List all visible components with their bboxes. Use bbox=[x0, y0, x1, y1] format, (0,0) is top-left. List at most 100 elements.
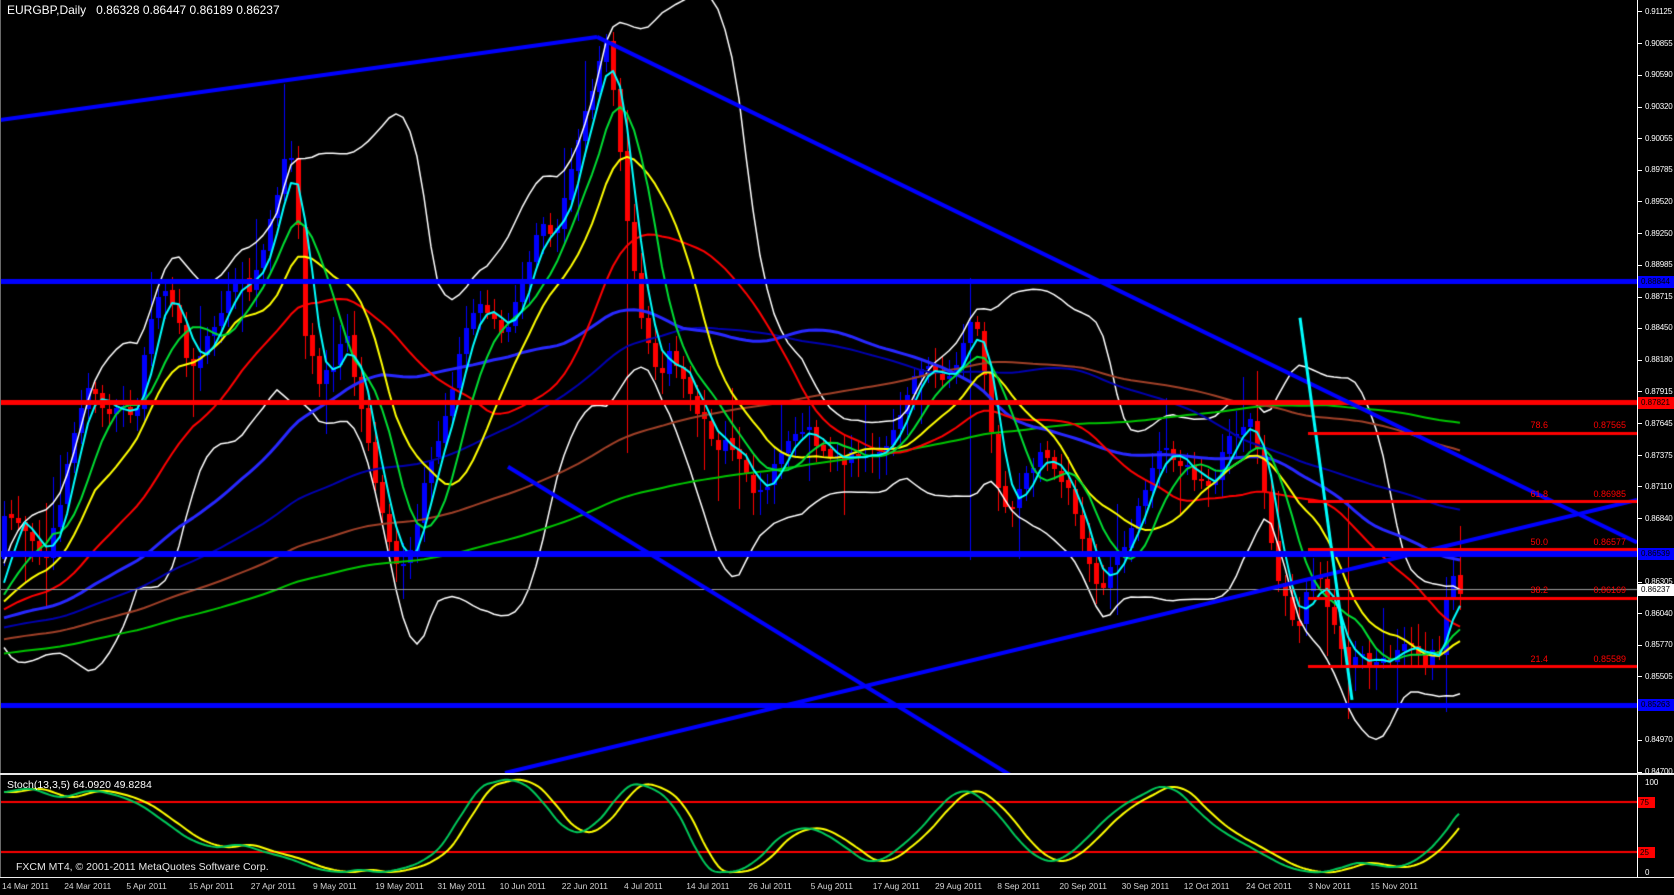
chart-left-border bbox=[0, 0, 1, 878]
price-axis-tick-mark bbox=[1637, 297, 1642, 298]
price-axis-tick-label: 0.89520 bbox=[1645, 196, 1673, 206]
price-marker-0.85263: 0.85263 bbox=[1638, 699, 1674, 712]
time-axis-label: 22 Jun 2011 bbox=[561, 881, 608, 891]
stochastic-indicator-label: Stoch(13,3,5) 64.0920 49.8284 bbox=[7, 779, 152, 791]
price-axis-tick-label: 0.85770 bbox=[1645, 640, 1673, 650]
time-axis-label: 19 May 2011 bbox=[375, 881, 424, 891]
time-axis-label: 20 Sep 2011 bbox=[1059, 881, 1107, 891]
fib-level-label: 38.2 0.86169 bbox=[1380, 585, 1632, 596]
fib-level-label: 61.8 0.86985 bbox=[1380, 489, 1632, 500]
price-axis-tick-mark bbox=[1637, 455, 1642, 456]
fib-ratio: 38.2 bbox=[1530, 585, 1548, 596]
fib-level-label: 50.0 0.86577 bbox=[1380, 537, 1632, 548]
price-axis-tick-label: 0.87915 bbox=[1645, 386, 1673, 396]
copyright-label: FXCM MT4, © 2001-2011 MetaQuotes Softwar… bbox=[16, 861, 269, 873]
price-axis-tick-mark bbox=[1637, 360, 1642, 361]
fib-level-label: 78.6 0.87565 bbox=[1380, 420, 1632, 431]
price-axis-tick-mark bbox=[1637, 613, 1642, 614]
price-axis-tick-mark bbox=[1637, 518, 1642, 519]
fib-price: 0.87565 bbox=[1593, 420, 1626, 431]
price-marker-0.86539: 0.86539 bbox=[1638, 548, 1674, 561]
price-axis-tick-label: 0.85505 bbox=[1645, 671, 1673, 681]
time-axis-label: 5 Apr 2011 bbox=[126, 881, 167, 891]
price-marker-0.86237: 0.86237 bbox=[1638, 584, 1674, 597]
time-axis-label: 15 Nov 2011 bbox=[1370, 881, 1418, 891]
time-axis-label: 5 Aug 2011 bbox=[810, 881, 853, 891]
price-axis-tick-mark bbox=[1637, 328, 1642, 329]
stoch-timeaxis-separator bbox=[0, 877, 1674, 878]
price-axis-border bbox=[1637, 0, 1638, 878]
time-axis-label: 3 Nov 2011 bbox=[1308, 881, 1352, 891]
price-axis-tick-mark bbox=[1637, 740, 1642, 741]
stoch-axis-label: 0 bbox=[1645, 868, 1650, 877]
price-axis-tick-label: 0.84970 bbox=[1645, 735, 1673, 745]
time-axis-label: 8 Sep 2011 bbox=[997, 881, 1041, 891]
time-axis-label: 10 Jun 2011 bbox=[499, 881, 546, 891]
price-axis-tick-mark bbox=[1637, 43, 1642, 44]
time-axis-label: 17 Aug 2011 bbox=[872, 881, 920, 891]
fib-ratio: 61.8 bbox=[1530, 488, 1548, 499]
fib-price: 0.85589 bbox=[1593, 653, 1626, 664]
price-axis-tick-label: 0.90320 bbox=[1645, 102, 1673, 112]
price-axis-tick-mark bbox=[1637, 265, 1642, 266]
price-axis-tick-mark bbox=[1637, 582, 1642, 583]
price-axis-tick-mark bbox=[1637, 107, 1642, 108]
fib-ratio: 21.4 bbox=[1530, 653, 1548, 664]
price-axis-tick-label: 0.90855 bbox=[1645, 38, 1673, 48]
mt4-chart-window: EURGBP,Daily 0.86328 0.86447 0.86189 0.8… bbox=[0, 0, 1674, 895]
price-axis-tick-mark bbox=[1637, 486, 1642, 487]
price-axis-tick-label: 0.88985 bbox=[1645, 260, 1673, 270]
price-axis-tick-label: 0.90055 bbox=[1645, 133, 1673, 143]
stoch-level-marker: 75 bbox=[1638, 797, 1655, 808]
price-axis-tick-label: 0.86840 bbox=[1645, 513, 1673, 523]
time-axis-label: 12 Oct 2011 bbox=[1183, 881, 1230, 891]
price-axis-tick-mark bbox=[1637, 676, 1642, 677]
price-axis-tick-label: 0.87375 bbox=[1645, 450, 1673, 460]
price-axis-tick-label: 0.91125 bbox=[1645, 6, 1672, 16]
time-axis-label: 30 Sep 2011 bbox=[1121, 881, 1170, 891]
price-axis-tick-label: 0.88180 bbox=[1645, 355, 1673, 365]
price-axis-tick-mark bbox=[1637, 170, 1642, 171]
price-axis-tick-mark bbox=[1637, 138, 1642, 139]
time-axis-label: 24 Oct 2011 bbox=[1246, 881, 1292, 891]
price-axis-tick-label: 0.90590 bbox=[1645, 70, 1673, 80]
time-axis-label: 14 Jul 2011 bbox=[686, 881, 730, 891]
stoch-level-marker: 25 bbox=[1638, 847, 1655, 858]
price-axis-tick-mark bbox=[1637, 645, 1642, 646]
price-axis-tick-mark bbox=[1637, 391, 1642, 392]
fib-level-label: 21.4 0.85589 bbox=[1380, 654, 1632, 665]
time-axis-label: 4 Jul 2011 bbox=[624, 881, 663, 891]
price-axis-tick-label: 0.89785 bbox=[1645, 165, 1673, 175]
price-marker-0.88844: 0.88844 bbox=[1638, 275, 1674, 288]
stoch-axis-label: 100 bbox=[1645, 778, 1659, 787]
time-axis-label: 14 Mar 2011 bbox=[2, 881, 50, 891]
time-axis-label: 29 Aug 2011 bbox=[935, 881, 983, 891]
price-axis-tick-mark bbox=[1637, 772, 1642, 773]
price-axis-tick-mark bbox=[1637, 423, 1642, 424]
price-axis-tick-label: 0.89250 bbox=[1645, 228, 1673, 238]
price-axis-tick-label: 0.87645 bbox=[1645, 418, 1673, 428]
price-axis-tick-mark bbox=[1637, 11, 1642, 12]
time-axis-label: 24 Mar 2011 bbox=[64, 881, 112, 891]
price-axis-tick-mark bbox=[1637, 201, 1642, 202]
price-axis-tick-label: 0.88450 bbox=[1645, 323, 1673, 333]
fib-price: 0.86169 bbox=[1593, 585, 1626, 596]
price-axis-tick-label: 0.87110 bbox=[1645, 481, 1672, 491]
price-axis-tick-label: 0.84700 bbox=[1645, 767, 1673, 777]
time-axis-label: 15 Apr 2011 bbox=[188, 881, 234, 891]
time-axis-label: 26 Jul 2011 bbox=[748, 881, 792, 891]
price-axis-tick-label: 0.86040 bbox=[1645, 608, 1673, 618]
price-axis-tick-label: 0.88715 bbox=[1645, 292, 1673, 302]
price-axis-tick-mark bbox=[1637, 75, 1642, 76]
fib-price: 0.86985 bbox=[1593, 488, 1626, 499]
price-marker-0.87821: 0.87821 bbox=[1638, 396, 1674, 409]
time-axis-label: 31 May 2011 bbox=[437, 881, 486, 891]
main-stoch-separator[interactable] bbox=[0, 773, 1674, 775]
time-axis-label: 27 Apr 2011 bbox=[250, 881, 297, 891]
chart-title-ohlc: EURGBP,Daily 0.86328 0.86447 0.86189 0.8… bbox=[7, 3, 280, 17]
fib-ratio: 50.0 bbox=[1530, 536, 1548, 547]
fib-ratio: 78.6 bbox=[1530, 420, 1548, 431]
time-axis-label: 9 May 2011 bbox=[313, 881, 357, 891]
fib-price: 0.86577 bbox=[1593, 536, 1626, 547]
price-axis-tick-mark bbox=[1637, 233, 1642, 234]
